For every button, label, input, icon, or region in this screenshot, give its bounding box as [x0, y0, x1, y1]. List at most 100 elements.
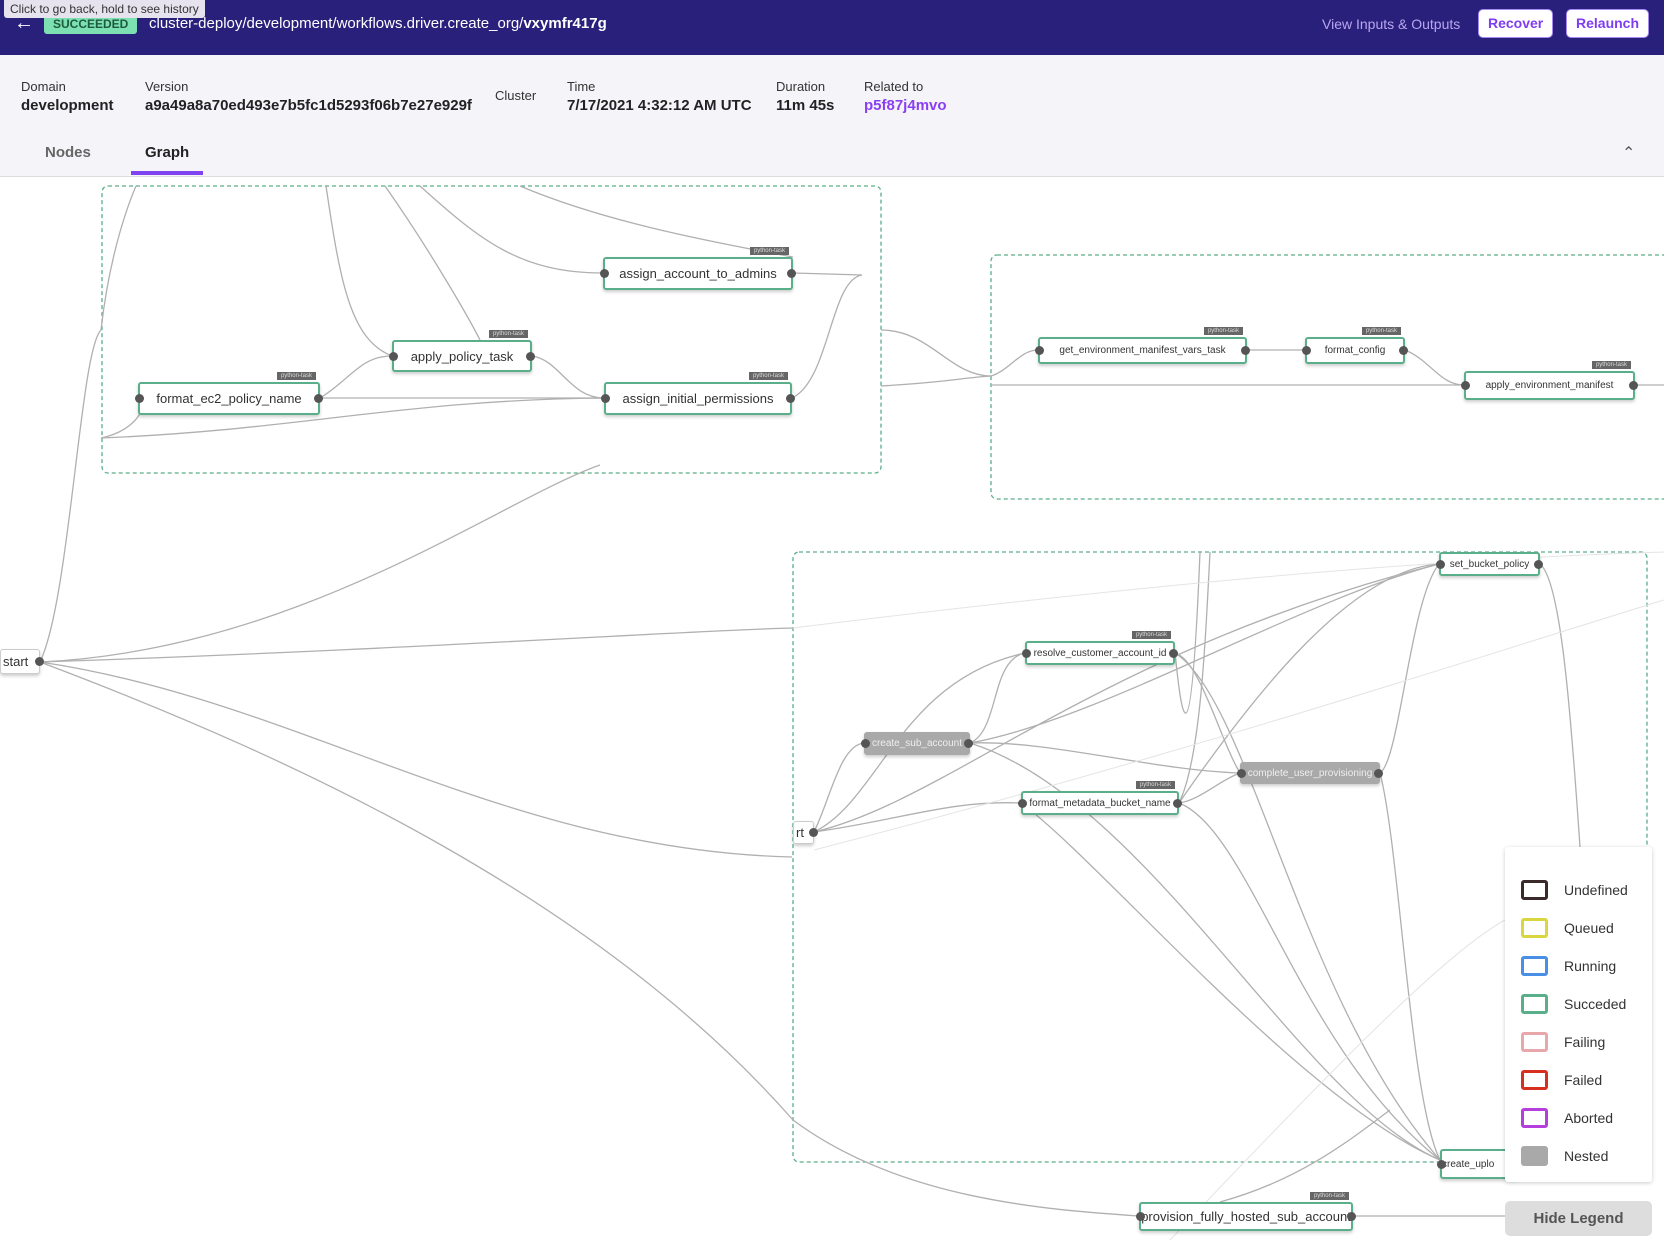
legend-label: Failing	[1564, 1034, 1606, 1050]
port-out-icon[interactable]	[1173, 798, 1182, 808]
node-label: format_metadata_bucket_name	[1029, 797, 1171, 809]
node-label: get_environment_manifest_vars_task	[1059, 345, 1226, 356]
graph-node-assign_perm[interactable]: assign_initial_permissions python-task	[601, 372, 795, 415]
domain-label: Domain	[21, 79, 66, 94]
port-in-icon[interactable]	[1035, 346, 1044, 355]
execution-id: vxymfr417g	[523, 15, 607, 32]
recover-button[interactable]: Recover	[1478, 9, 1554, 38]
time-value: 7/17/2021 4:32:12 AM UTC	[567, 97, 752, 114]
port-out-icon[interactable]	[1399, 346, 1408, 355]
related-field: Related to p5f87j4mvo	[864, 79, 947, 114]
port-out-icon[interactable]	[809, 828, 818, 837]
graph-node-apply_policy[interactable]: apply_policy_task python-task	[389, 330, 535, 372]
port-out-icon[interactable]	[1629, 381, 1638, 390]
legend-label: Nested	[1564, 1148, 1609, 1164]
legend-swatch	[1521, 918, 1548, 938]
legend-swatch	[1521, 1070, 1548, 1090]
port-in-icon[interactable]	[1437, 1159, 1446, 1169]
graph-node-set_bucket[interactable]: set_bucket_policy	[1436, 552, 1543, 576]
cluster-field: Cluster	[495, 88, 536, 103]
legend-swatch	[1521, 1146, 1548, 1166]
port-in-icon[interactable]	[1461, 381, 1470, 390]
execution-path: cluster-deploy/development/workflows.dri…	[149, 15, 607, 32]
back-tooltip: Click to go back, hold to see history	[4, 0, 205, 18]
time-field: Time 7/17/2021 4:32:12 AM UTC	[567, 79, 752, 114]
port-in-icon[interactable]	[1022, 648, 1031, 658]
legend-swatch	[1521, 1108, 1548, 1128]
hide-legend-button[interactable]: Hide Legend	[1505, 1201, 1652, 1236]
port-in-icon[interactable]	[1302, 346, 1311, 355]
port-in-icon[interactable]	[389, 351, 398, 361]
node-label: provision_fully_hosted_sub_account	[1141, 1209, 1351, 1224]
graph-node-assign_admins[interactable]: assign_account_to_admins python-task	[600, 247, 796, 290]
graph-node-create_sub[interactable]: create_sub_account	[861, 732, 973, 755]
port-out-icon[interactable]	[314, 394, 323, 403]
port-out-icon[interactable]	[1241, 346, 1250, 355]
domain-field: Domain development	[21, 79, 114, 114]
task-type-tag: python-task	[1135, 781, 1175, 789]
task-type-tag: python-task	[1203, 327, 1243, 335]
legend-label: Failed	[1564, 1072, 1603, 1088]
port-out-icon[interactable]	[526, 351, 535, 361]
port-out-icon[interactable]	[35, 657, 44, 666]
chevron-up-icon[interactable]: ⌃	[1622, 143, 1635, 163]
tab-graph[interactable]: Graph	[131, 144, 204, 175]
related-link[interactable]: p5f87j4mvo	[864, 97, 947, 114]
port-out-icon[interactable]	[1169, 648, 1178, 658]
port-in-icon[interactable]	[861, 739, 870, 748]
legend-swatch	[1521, 880, 1548, 900]
graph-node-resolve[interactable]: resolve_customer_account_id python-task	[1022, 631, 1178, 665]
node-label: set_bucket_policy	[1449, 558, 1530, 570]
port-in-icon[interactable]	[1018, 798, 1027, 808]
legend-item: Aborted	[1521, 1099, 1652, 1137]
port-in-icon[interactable]	[601, 394, 610, 403]
port-in-icon[interactable]	[1136, 1212, 1145, 1221]
node-label: apply_environment_manifest	[1485, 380, 1614, 391]
port-out-icon[interactable]	[1374, 768, 1383, 778]
view-inputs-outputs-link[interactable]: View Inputs & Outputs	[1322, 16, 1460, 32]
port-out-icon[interactable]	[1347, 1212, 1356, 1221]
duration-field: Duration 11m 45s	[776, 79, 834, 114]
legend-swatch	[1521, 956, 1548, 976]
graph-node-apply_env[interactable]: apply_environment_manifest python-task	[1461, 361, 1638, 400]
port-in-icon[interactable]	[600, 269, 609, 278]
legend-label: Aborted	[1564, 1110, 1614, 1126]
legend-label: Running	[1564, 958, 1617, 974]
graph-node-provision[interactable]: provision_fully_hosted_sub_account python…	[1136, 1192, 1356, 1231]
graph-node-format_config[interactable]: format_config python-task	[1302, 327, 1408, 364]
legend-item: Undefined	[1521, 871, 1652, 909]
graph-node-start[interactable]: start	[0, 649, 44, 674]
graph-edges	[39, 185, 1664, 1241]
port-in-icon[interactable]	[1436, 559, 1445, 569]
legend-item: Failed	[1521, 1061, 1652, 1099]
path-prefix: cluster-deploy/development/workflows.dri…	[149, 15, 524, 32]
node-label: create_sub_account	[871, 738, 963, 749]
task-type-tag: python-task	[276, 372, 316, 380]
port-out-icon[interactable]	[787, 269, 796, 278]
port-out-icon[interactable]	[964, 739, 973, 748]
tab-nodes[interactable]: Nodes	[31, 144, 105, 171]
port-in-icon[interactable]	[1237, 768, 1246, 778]
legend-label: Queued	[1564, 920, 1614, 936]
node-label: complete_user_provisioning	[1247, 767, 1373, 779]
graph-node-complete[interactable]: complete_user_provisioning	[1237, 762, 1383, 784]
graph-node-start2[interactable]: rt	[793, 821, 818, 844]
legend-swatch	[1521, 994, 1548, 1014]
node-label: resolve_customer_account_id	[1033, 647, 1167, 659]
port-out-icon[interactable]	[1534, 559, 1543, 569]
node-label: apply_policy_task	[410, 348, 514, 364]
legend-item: Succeded	[1521, 985, 1652, 1023]
port-out-icon[interactable]	[786, 394, 795, 403]
node-label: rt	[796, 825, 804, 840]
graph-node-format_ec2[interactable]: format_ec2_policy_name python-task	[135, 372, 323, 415]
graph-node-format_meta[interactable]: format_metadata_bucket_name python-task	[1018, 781, 1182, 815]
graph-node-get_env[interactable]: get_environment_manifest_vars_task python…	[1035, 327, 1250, 364]
node-label: assign_initial_permissions	[622, 391, 774, 406]
task-type-tag: python-task	[1361, 327, 1401, 335]
task-type-tag: python-task	[1591, 361, 1631, 369]
task-type-tag: python-task	[488, 330, 528, 338]
port-in-icon[interactable]	[135, 394, 144, 403]
relaunch-button[interactable]: Relaunch	[1566, 9, 1650, 38]
task-type-tag: python-task	[748, 372, 788, 380]
duration-label: Duration	[776, 79, 826, 94]
